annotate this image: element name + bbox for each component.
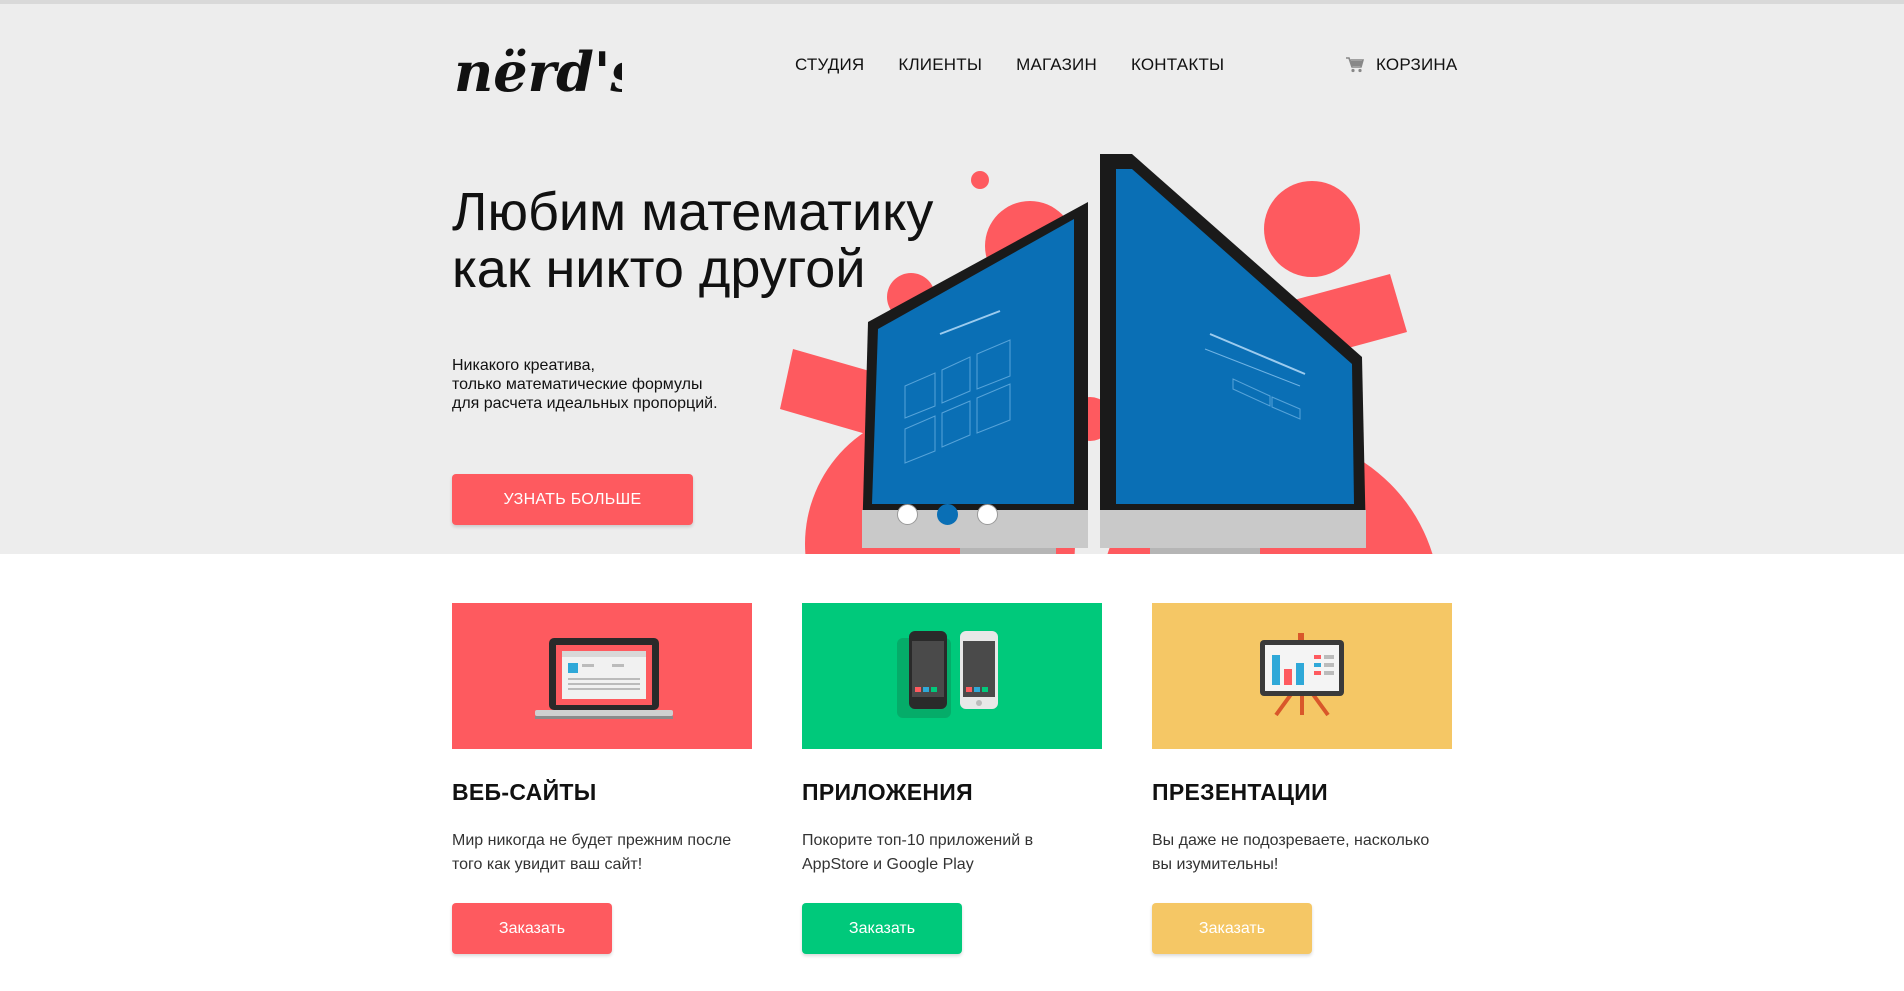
learn-more-button[interactable]: УЗНАТЬ БОЛЬШЕ	[452, 474, 693, 525]
service-description: Покорите топ-10 приложений в AppStore и …	[802, 829, 1102, 877]
service-description-line: Покорите топ-10 приложений в	[802, 832, 1034, 849]
services-section: ВЕБ-САЙТЫ Мир никогда не будет прежним п…	[452, 603, 1454, 983]
slider-dot-3[interactable]	[977, 504, 998, 525]
deco-circle-mid	[1068, 397, 1112, 441]
order-presentations-button[interactable]: Заказать	[1152, 903, 1312, 954]
main-nav: СТУДИЯ КЛИЕНТЫ МАГАЗИН КОНТАКТЫ	[795, 55, 1224, 75]
service-description-line: вы изумительны!	[1152, 856, 1279, 873]
service-description-line: Мир никогда не будет прежним после	[452, 832, 732, 849]
service-thumb	[452, 603, 752, 749]
nav-item-contacts[interactable]: КОНТАКТЫ	[1131, 55, 1224, 75]
service-description: Мир никогда не будет прежним после того …	[452, 829, 752, 877]
nav-item-studio[interactable]: СТУДИЯ	[795, 55, 864, 75]
service-description-line: AppStore и Google Play	[802, 856, 974, 873]
order-websites-button[interactable]: Заказать	[452, 903, 612, 954]
hero-description: Никакого креатива, только математические…	[452, 356, 852, 413]
hero-description-line: только математические формулы	[452, 376, 703, 393]
slider-dots	[897, 504, 998, 525]
service-card-presentations: ПРЕЗЕНТАЦИИ Вы даже не подозреваете, нас…	[1152, 603, 1452, 983]
hero-section: nërd's СТУДИЯ КЛИЕНТЫ МАГАЗИН КОНТАКТЫ К…	[0, 4, 1904, 554]
presentation-board-icon	[1260, 633, 1344, 717]
hero-description-line: Никакого креатива,	[452, 357, 595, 374]
deco-circle-right	[1264, 181, 1360, 277]
deco-rect-right	[1261, 274, 1407, 367]
logo[interactable]: nërd's	[452, 29, 641, 107]
service-card-apps: ПРИЛОЖЕНИЯ Покорите топ-10 приложений в …	[802, 603, 1102, 983]
hero-title: Любим математику как никто другой	[452, 184, 1012, 298]
laptop-icon	[535, 638, 673, 719]
hero-title-line: Любим математику	[452, 182, 934, 242]
deco-circle-bottom-left	[805, 409, 1075, 554]
cart-label: КОРЗИНА	[1376, 55, 1458, 74]
nav-item-clients[interactable]: КЛИЕНТЫ	[898, 55, 982, 75]
service-description-line: того как увидит ваш сайт!	[452, 856, 643, 873]
svg-text:nërd's: nërd's	[454, 40, 622, 104]
monitor-right	[1100, 154, 1366, 554]
nav-item-shop[interactable]: МАГАЗИН	[1016, 55, 1097, 75]
service-description: Вы даже не подозреваете, насколько вы из…	[1152, 829, 1452, 877]
order-apps-button[interactable]: Заказать	[802, 903, 962, 954]
slider-dot-2[interactable]	[937, 504, 958, 525]
hero-title-line: как никто другой	[452, 239, 866, 299]
cart-icon	[1346, 57, 1364, 73]
service-title: ПРИЛОЖЕНИЯ	[802, 779, 973, 805]
service-thumb	[802, 603, 1102, 749]
service-thumb	[1152, 603, 1452, 749]
service-card-websites: ВЕБ-САЙТЫ Мир никогда не будет прежним п…	[452, 603, 752, 983]
service-title: ПРЕЗЕНТАЦИИ	[1152, 779, 1328, 805]
deco-circle-bottom-right	[1107, 434, 1433, 554]
cart-link[interactable]: КОРЗИНА	[1346, 55, 1457, 75]
logo-mark: nërd's	[454, 40, 641, 104]
hero-description-line: для расчета идеальных пропорций.	[452, 395, 718, 412]
slider-dot-1[interactable]	[897, 504, 918, 525]
service-description-line: Вы даже не подозреваете, насколько	[1152, 832, 1430, 849]
service-title: ВЕБ-САЙТЫ	[452, 779, 597, 805]
smartphones-icon	[897, 631, 998, 718]
